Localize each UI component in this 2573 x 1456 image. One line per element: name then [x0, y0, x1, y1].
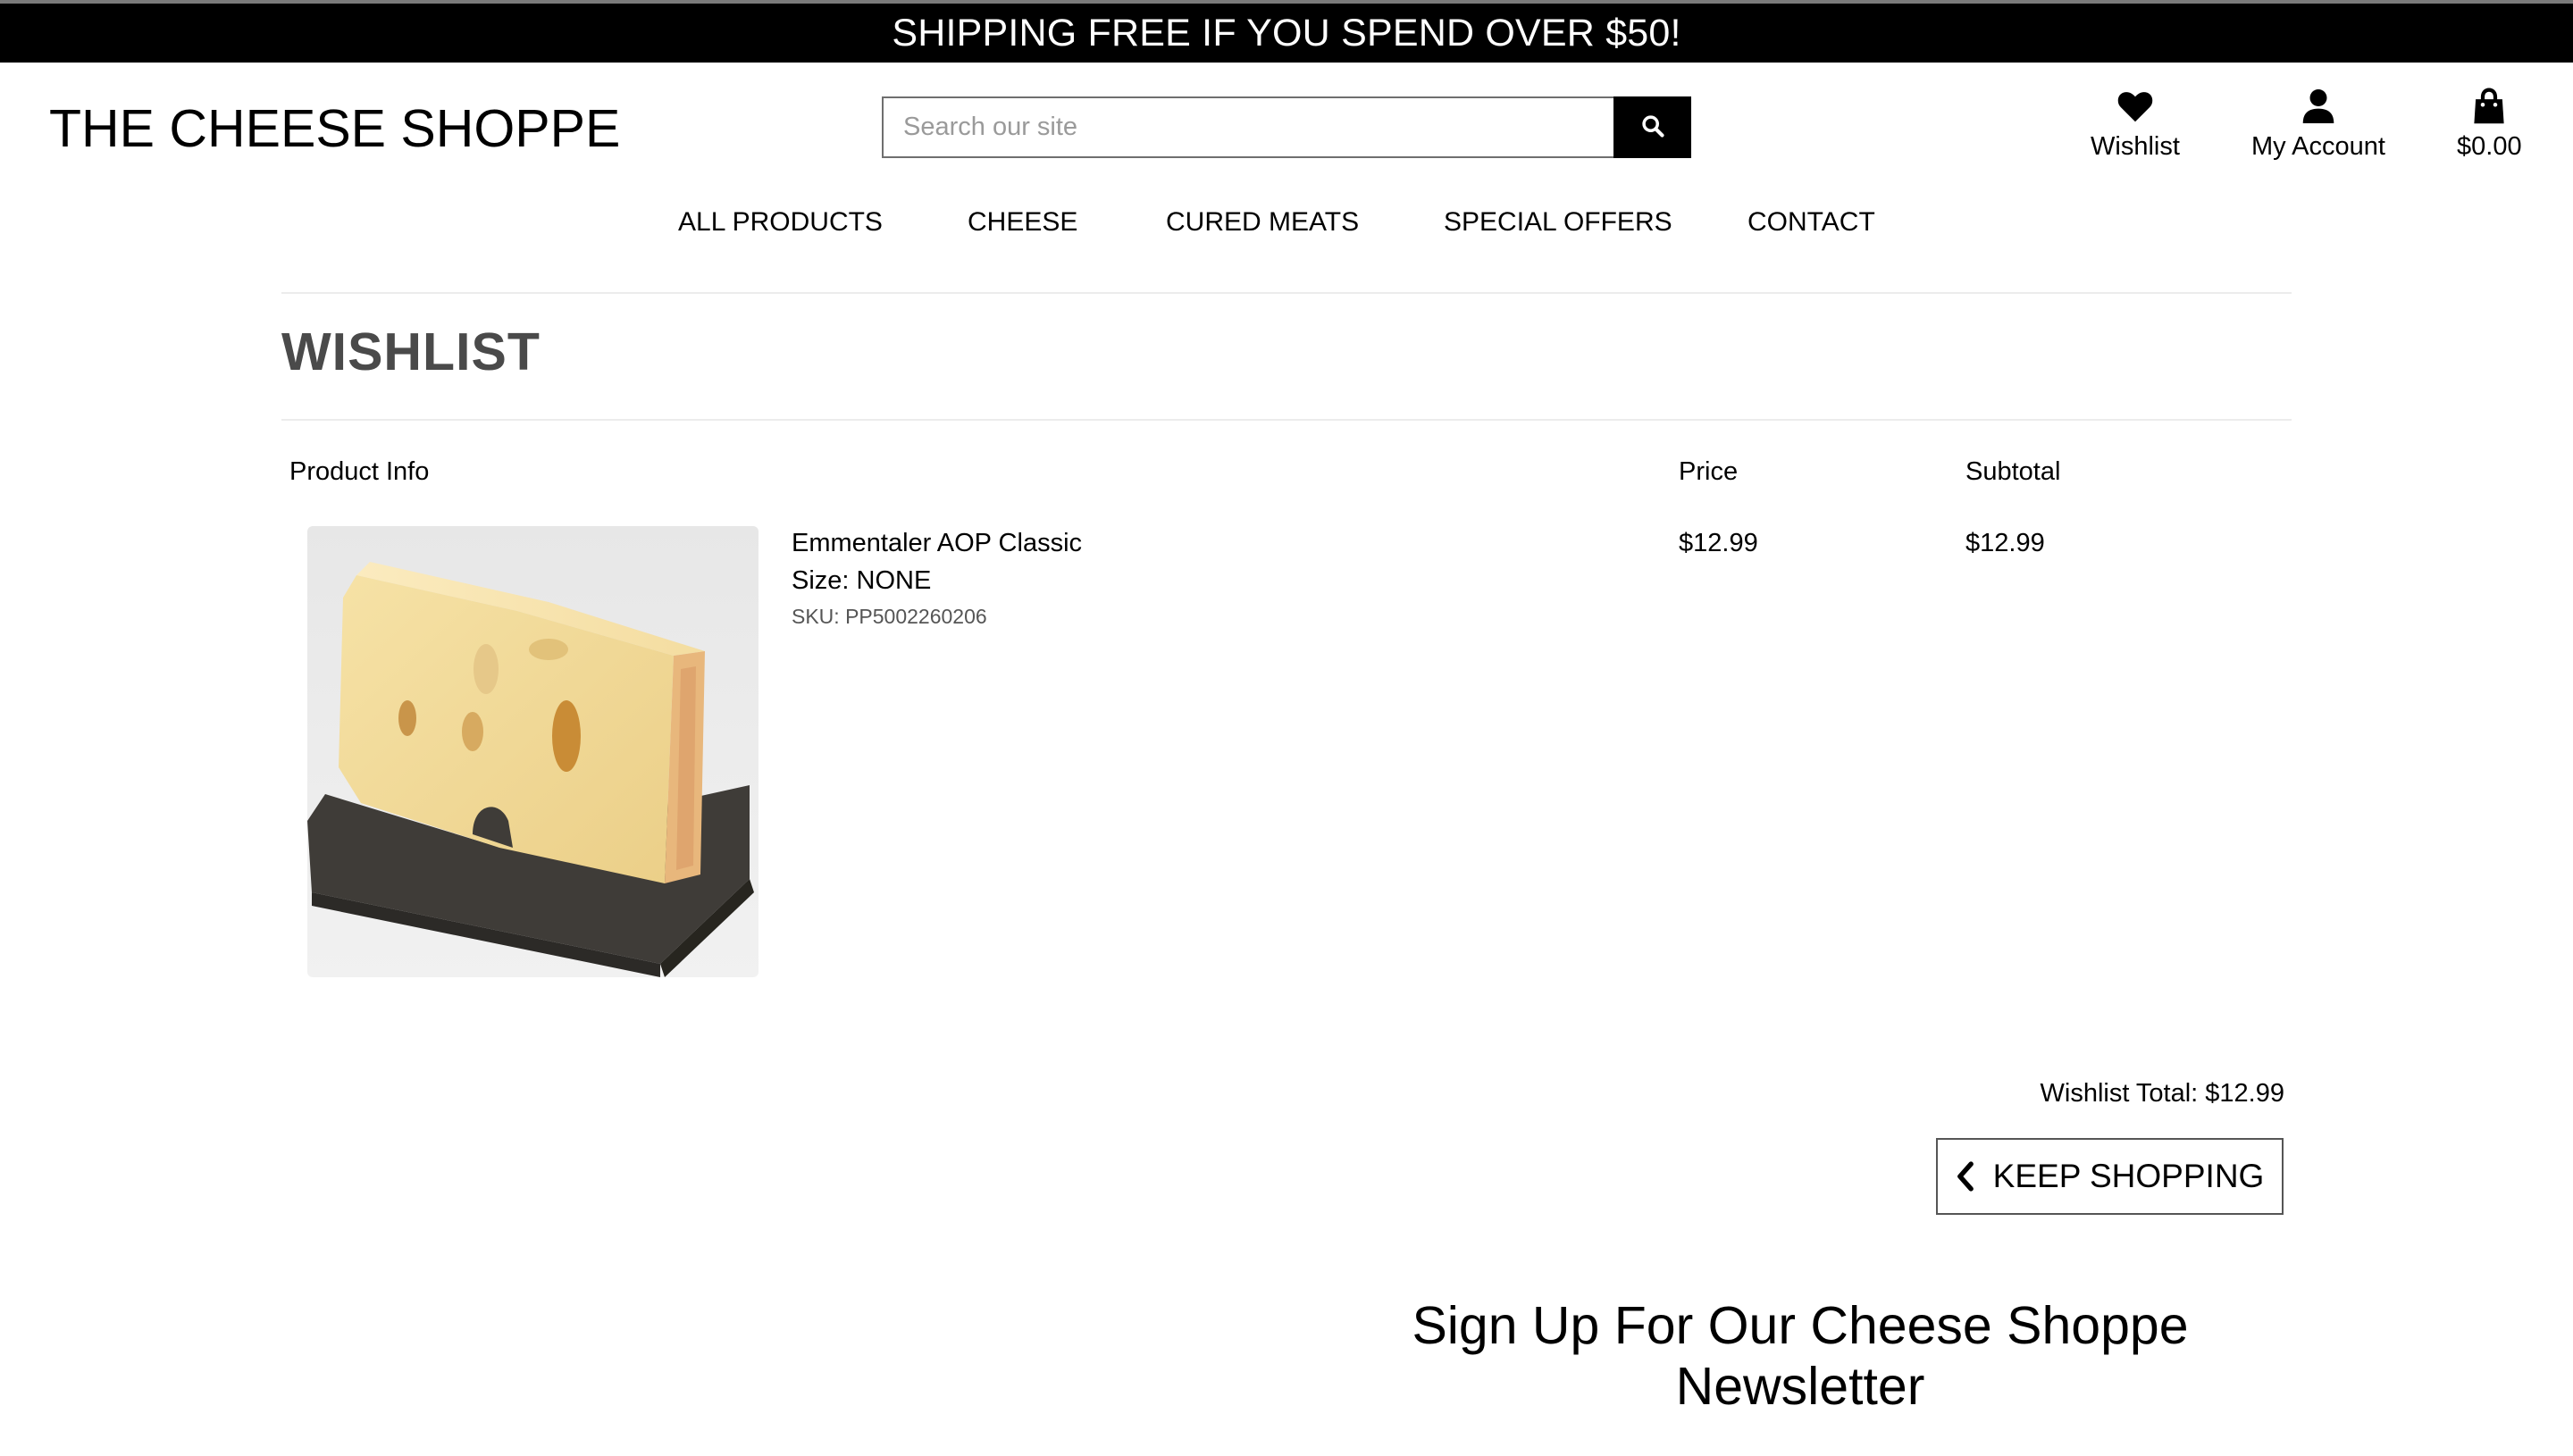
wishlist-link[interactable]: Wishlist — [2091, 86, 2180, 162]
product-name[interactable]: Emmentaler AOP Classic — [792, 529, 1082, 558]
newsletter-heading-line-2: Newsletter — [1675, 1357, 1925, 1416]
search-icon — [1640, 113, 1665, 141]
shopping-bag-link[interactable]: $0.00 — [2457, 86, 2522, 162]
divider — [281, 419, 2292, 421]
bag-total: $0.00 — [2457, 132, 2522, 161]
wishlist-label: Wishlist — [2091, 132, 2180, 161]
nav-all-products[interactable]: ALL PRODUCTS — [678, 207, 883, 238]
nav-contact[interactable]: CONTACT — [1747, 207, 1875, 238]
column-header-price: Price — [1679, 457, 1739, 486]
my-account-link[interactable]: My Account — [2251, 86, 2385, 162]
product-sku: SKU: PP5002260206 — [792, 605, 987, 628]
main-navigation: ALL PRODUCTS CHEESE CURED MEATS SPECIAL … — [0, 207, 2573, 243]
site-logo[interactable]: THE CHEESE SHOPPE — [49, 98, 620, 159]
product-subtotal: $12.99 — [1965, 529, 2045, 557]
my-account-label: My Account — [2251, 132, 2385, 161]
heart-icon — [2116, 86, 2154, 127]
product-image[interactable] — [307, 526, 758, 977]
wishlist-total: Wishlist Total: $12.99 — [2040, 1079, 2285, 1108]
column-header-subtotal: Subtotal — [1965, 457, 2061, 486]
search-input[interactable] — [882, 96, 1613, 158]
user-icon — [2301, 86, 2335, 127]
search-form — [882, 96, 1691, 158]
newsletter-heading: Sign Up For Our Cheese Shoppe Newsletter — [1358, 1295, 2242, 1417]
page-title: WISHLIST — [281, 322, 541, 381]
product-size: Size: NONE — [792, 566, 932, 595]
nav-special-offers[interactable]: SPECIAL OFFERS — [1444, 207, 1672, 238]
shopping-bag-icon — [2473, 86, 2505, 127]
banner-text: SHIPPING FREE IF YOU SPEND OVER $50! — [892, 11, 1681, 54]
divider — [281, 292, 2292, 294]
newsletter-heading-line-1: Sign Up For Our Cheese Shoppe — [1412, 1296, 2189, 1355]
keep-shopping-button[interactable]: KEEP SHOPPING — [1936, 1138, 2284, 1215]
shipping-banner: SHIPPING FREE IF YOU SPEND OVER $50! — [0, 4, 2573, 63]
nav-cheese[interactable]: CHEESE — [968, 207, 1077, 238]
keep-shopping-label: KEEP SHOPPING — [1992, 1158, 2265, 1194]
chevron-left-icon — [1956, 1161, 1975, 1192]
search-button[interactable] — [1613, 96, 1691, 158]
product-price: $12.99 — [1679, 529, 1758, 557]
column-header-product-info: Product Info — [289, 457, 430, 486]
nav-cured-meats[interactable]: CURED MEATS — [1166, 207, 1359, 238]
